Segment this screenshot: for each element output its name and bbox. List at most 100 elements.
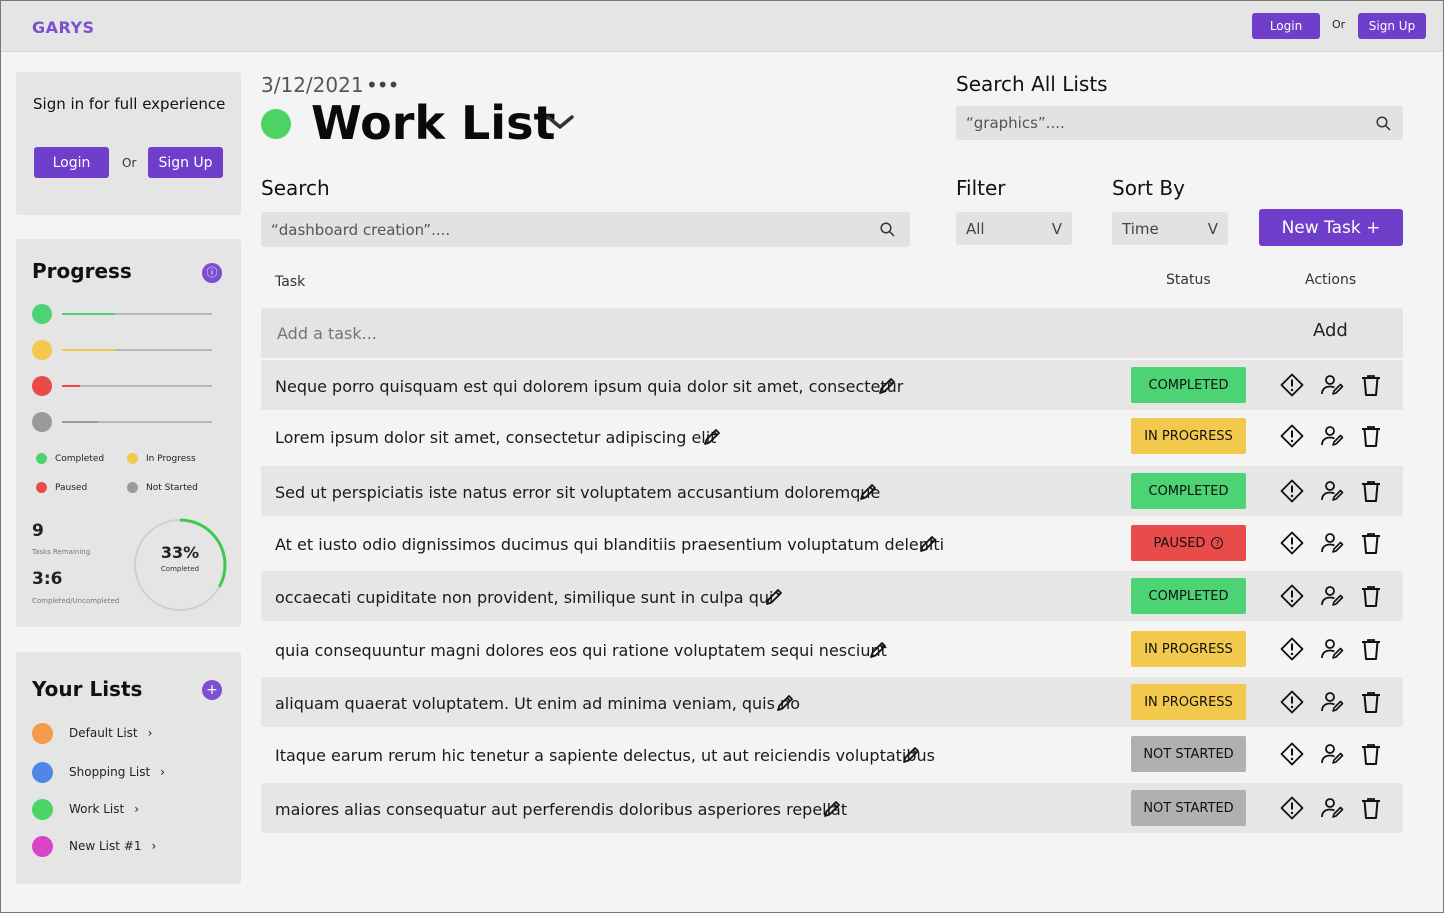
sort-caret-icon: V: [1207, 219, 1218, 238]
help-icon[interactable]: ?: [1211, 537, 1224, 549]
progress-fill: [62, 385, 80, 387]
panel-signup-button[interactable]: Sign Up: [148, 147, 223, 178]
assign-user-icon[interactable]: [1320, 637, 1344, 661]
new-task-button[interactable]: New Task +: [1259, 209, 1403, 246]
priority-warning-icon[interactable]: [1280, 373, 1304, 397]
table-row[interactable]: occaecati cupiditate non provident, simi…: [261, 571, 1403, 621]
task-text[interactable]: Itaque earum rerum hic tenetur a sapient…: [275, 746, 935, 765]
edit-icon[interactable]: [918, 534, 938, 554]
task-text[interactable]: Sed ut perspiciatis iste natus error sit…: [275, 483, 880, 502]
app-logo[interactable]: GARYS: [32, 18, 95, 37]
assign-user-icon[interactable]: [1320, 742, 1344, 766]
edit-icon[interactable]: [868, 640, 888, 660]
task-text[interactable]: At et iusto odio dignissimos ducimus qui…: [275, 535, 944, 554]
table-row[interactable]: Sed ut perspiciatis iste natus error sit…: [261, 466, 1403, 516]
table-row[interactable]: maiores alias consequatur aut perferendi…: [261, 783, 1403, 833]
edit-icon[interactable]: [764, 587, 784, 607]
table-row[interactable]: Itaque earum rerum hic tenetur a sapient…: [261, 729, 1403, 779]
trash-icon[interactable]: [1359, 742, 1383, 766]
table-row[interactable]: aliquam quaerat voluptatem. Ut enim ad m…: [261, 677, 1403, 727]
task-text[interactable]: occaecati cupiditate non provident, simi…: [275, 588, 773, 607]
status-label: COMPLETED: [1148, 588, 1229, 604]
task-text[interactable]: maiores alias consequatur aut perferendi…: [275, 800, 847, 819]
header-signup-button[interactable]: Sign Up: [1358, 13, 1426, 39]
status-badge[interactable]: IN PROGRESS: [1131, 418, 1246, 454]
task-text[interactable]: Lorem ipsum dolor sit amet, consectetur …: [275, 428, 716, 447]
edit-icon[interactable]: [858, 482, 878, 502]
task-text[interactable]: aliquam quaerat voluptatem. Ut enim ad m…: [275, 694, 800, 713]
search-all-input[interactable]: [956, 106, 1403, 140]
priority-warning-icon[interactable]: [1280, 690, 1304, 714]
edit-icon[interactable]: [901, 745, 921, 765]
edit-icon[interactable]: [775, 693, 795, 713]
priority-warning-icon[interactable]: [1280, 531, 1304, 555]
trash-icon[interactable]: [1359, 690, 1383, 714]
status-badge[interactable]: PAUSED ?: [1131, 525, 1246, 561]
assign-user-icon[interactable]: [1320, 690, 1344, 714]
search-input[interactable]: [261, 212, 910, 247]
column-header-actions: Actions: [1305, 272, 1357, 288]
priority-warning-icon[interactable]: [1280, 479, 1304, 503]
assign-user-icon[interactable]: [1320, 479, 1344, 503]
assign-user-icon[interactable]: [1320, 373, 1344, 397]
list-item-shopping-list[interactable]: Shopping List ›: [32, 761, 165, 783]
header-login-button[interactable]: Login: [1252, 13, 1320, 39]
assign-user-icon[interactable]: [1320, 796, 1344, 820]
search-icon[interactable]: [880, 222, 895, 237]
legend-not-started-label: Not Started: [146, 482, 198, 493]
edit-icon[interactable]: [822, 799, 842, 819]
trash-icon[interactable]: [1359, 637, 1383, 661]
status-badge[interactable]: COMPLETED: [1131, 578, 1246, 614]
more-options-icon[interactable]: •••: [366, 73, 399, 97]
filter-select[interactable]: All V: [956, 212, 1072, 245]
task-text[interactable]: quia consequuntur magni dolores eos qui …: [275, 641, 887, 660]
task-text[interactable]: Neque porro quisquam est qui dolorem ips…: [275, 377, 903, 396]
legend-in-progress-label: In Progress: [146, 453, 196, 464]
list-item-default-list[interactable]: Default List ›: [32, 722, 152, 744]
trash-icon[interactable]: [1359, 479, 1383, 503]
priority-warning-icon[interactable]: [1280, 637, 1304, 661]
list-item-work-list[interactable]: Work List ›: [32, 798, 139, 820]
legend-completed: Completed: [36, 453, 104, 464]
progress-row: [32, 412, 212, 434]
assign-user-icon[interactable]: [1320, 531, 1344, 555]
assign-user-icon[interactable]: [1320, 584, 1344, 608]
info-icon[interactable]: ⓘ: [202, 263, 222, 283]
trash-icon[interactable]: [1359, 796, 1383, 820]
add-task-input[interactable]: [277, 324, 977, 343]
edit-icon[interactable]: [702, 427, 722, 447]
status-badge[interactable]: IN PROGRESS: [1131, 684, 1246, 720]
table-row[interactable]: Lorem ipsum dolor sit amet, consectetur …: [261, 411, 1403, 461]
add-task-button[interactable]: Add: [1313, 320, 1348, 341]
edit-icon[interactable]: [877, 376, 897, 396]
sort-select[interactable]: Time V: [1112, 212, 1228, 245]
trash-icon[interactable]: [1359, 424, 1383, 448]
chevron-down-icon[interactable]: [546, 113, 574, 131]
trash-icon[interactable]: [1359, 531, 1383, 555]
priority-warning-icon[interactable]: [1280, 584, 1304, 608]
status-badge[interactable]: COMPLETED: [1131, 367, 1246, 403]
assign-user-icon[interactable]: [1320, 424, 1344, 448]
table-row[interactable]: Neque porro quisquam est qui dolorem ips…: [261, 360, 1403, 410]
legend-paused: Paused: [36, 482, 87, 493]
trash-icon[interactable]: [1359, 584, 1383, 608]
add-list-icon[interactable]: +: [202, 680, 222, 700]
progress-row: [32, 304, 212, 326]
progress-track: [62, 349, 212, 351]
search-icon[interactable]: [1376, 116, 1391, 131]
table-row[interactable]: At et iusto odio dignissimos ducimus qui…: [261, 518, 1403, 568]
priority-warning-icon[interactable]: [1280, 424, 1304, 448]
priority-warning-icon[interactable]: [1280, 796, 1304, 820]
completion-percent: 33%: [160, 543, 200, 562]
priority-warning-icon[interactable]: [1280, 742, 1304, 766]
status-badge[interactable]: COMPLETED: [1131, 473, 1246, 509]
list-item-new-list-1[interactable]: New List #1 ›: [32, 835, 156, 857]
signin-message: Sign in for full experience: [33, 95, 226, 113]
panel-login-button[interactable]: Login: [34, 147, 109, 178]
status-badge[interactable]: IN PROGRESS: [1131, 631, 1246, 667]
status-badge[interactable]: NOT STARTED: [1131, 790, 1246, 826]
legend-in-progress: In Progress: [127, 453, 196, 464]
status-badge[interactable]: NOT STARTED: [1131, 736, 1246, 772]
table-row[interactable]: quia consequuntur magni dolores eos qui …: [261, 624, 1403, 674]
trash-icon[interactable]: [1359, 373, 1383, 397]
